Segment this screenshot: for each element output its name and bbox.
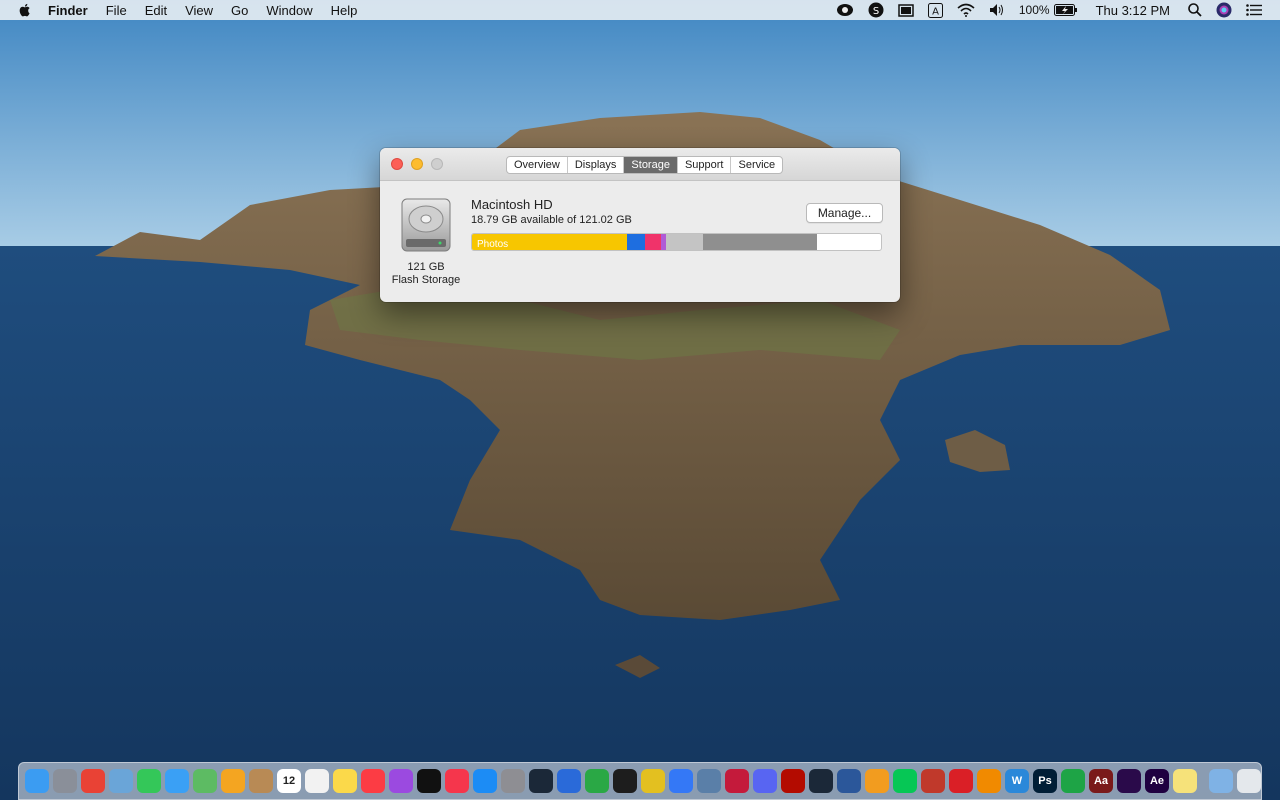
vlc-icon[interactable]: [977, 769, 1001, 793]
menu-clock[interactable]: Thu 3:12 PM: [1096, 3, 1170, 18]
storage-segment[interactable]: [703, 234, 817, 250]
trash-icon[interactable]: [1237, 769, 1261, 793]
game-icon[interactable]: [613, 769, 637, 793]
tab-overview[interactable]: Overview: [507, 157, 568, 173]
battery-charging-icon[interactable]: [1053, 4, 1078, 16]
launchpad-icon[interactable]: [53, 769, 77, 793]
menu-bar: Finder File Edit View Go Window Help S A…: [0, 0, 1280, 20]
tab-displays[interactable]: Displays: [568, 157, 625, 173]
wunderlist-icon[interactable]: W: [1005, 769, 1029, 793]
contacts-icon[interactable]: [249, 769, 273, 793]
segmented-tab-control: Overview Displays Storage Support Servic…: [506, 156, 784, 174]
photoshop-icon[interactable]: Ps: [1033, 769, 1057, 793]
input-source-icon[interactable]: A: [927, 2, 943, 18]
utility-icon[interactable]: [921, 769, 945, 793]
wifi-icon[interactable]: [957, 3, 975, 17]
tab-support[interactable]: Support: [678, 157, 732, 173]
dictionary-icon[interactable]: Aa: [1089, 769, 1113, 793]
image-capture-icon[interactable]: [697, 769, 721, 793]
display-status-icon[interactable]: [898, 3, 914, 17]
desktop-wallpaper: [0, 0, 1280, 800]
photoshop-icon-label: Ps: [1038, 775, 1052, 787]
storage-segment[interactable]: [645, 234, 661, 250]
tv-icon[interactable]: [417, 769, 441, 793]
window-titlebar[interactable]: Overview Displays Storage Support Servic…: [380, 148, 900, 181]
steam-2-icon[interactable]: [809, 769, 833, 793]
pages-icon[interactable]: [865, 769, 889, 793]
line-icon[interactable]: [893, 769, 917, 793]
notes-icon[interactable]: [333, 769, 357, 793]
money-icon[interactable]: [585, 769, 609, 793]
dock: 12 W Ps Aa Ae: [18, 762, 1262, 800]
volume-icon[interactable]: [989, 3, 1005, 17]
close-button[interactable]: [391, 158, 403, 170]
facetime-icon[interactable]: [137, 769, 161, 793]
word-icon[interactable]: [837, 769, 861, 793]
disk-capacity: 121 GB: [407, 261, 445, 273]
menu-app-name[interactable]: Finder: [48, 3, 88, 18]
creative-cloud-status-icon[interactable]: [836, 3, 854, 17]
photos-icon[interactable]: [221, 769, 245, 793]
creative-cloud-icon[interactable]: [949, 769, 973, 793]
after-effects-icon[interactable]: Ae: [1145, 769, 1169, 793]
storage-segment[interactable]: Photos: [472, 234, 627, 250]
menu-view[interactable]: View: [185, 3, 213, 18]
menu-window[interactable]: Window: [266, 3, 312, 18]
app-store-icon[interactable]: [473, 769, 497, 793]
zoom-button: [431, 158, 443, 170]
svg-text:A: A: [932, 6, 939, 17]
calendar-icon[interactable]: 12: [277, 769, 301, 793]
disk-type: Flash Storage: [391, 274, 461, 286]
storage-segment-label: Photos: [477, 239, 509, 250]
finder-icon[interactable]: [25, 769, 49, 793]
tab-storage[interactable]: Storage: [624, 157, 678, 173]
manage-button[interactable]: Manage...: [806, 203, 883, 223]
about-this-mac-window: Overview Displays Storage Support Servic…: [380, 148, 900, 302]
apple-icon[interactable]: [17, 2, 33, 18]
menu-help[interactable]: Help: [331, 3, 358, 18]
chrome-icon[interactable]: [81, 769, 105, 793]
maps-icon[interactable]: [193, 769, 217, 793]
dictionary-icon-label: Aa: [1093, 775, 1109, 787]
scrabble-icon[interactable]: [641, 769, 665, 793]
hard-disk-icon: [401, 198, 451, 252]
podcasts-icon[interactable]: [389, 769, 413, 793]
keynote-icon[interactable]: [669, 769, 693, 793]
status-s-icon[interactable]: S: [868, 2, 884, 18]
after-effects-icon-label: Ae: [1149, 775, 1165, 787]
downloads-folder-icon[interactable]: [1209, 769, 1233, 793]
discord-icon[interactable]: [753, 769, 777, 793]
system-preferences-icon[interactable]: [501, 769, 525, 793]
storage-segment[interactable]: [627, 234, 645, 250]
disk-name: Macintosh HD: [471, 197, 553, 212]
minimize-button[interactable]: [411, 158, 423, 170]
mendeley-icon[interactable]: [725, 769, 749, 793]
messages-icon[interactable]: [165, 769, 189, 793]
battery-percent: 100%: [1018, 3, 1050, 17]
siri-icon[interactable]: [1216, 2, 1232, 18]
preview-icon[interactable]: [109, 769, 133, 793]
storage-segment[interactable]: [666, 234, 703, 250]
wunderlist-icon-label: W: [1011, 775, 1023, 787]
notification-center-icon[interactable]: [1246, 4, 1262, 16]
premiere-icon[interactable]: [1117, 769, 1141, 793]
svg-text:S: S: [873, 6, 879, 17]
storage-pane: 121 GB Flash Storage Macintosh HD 18.79 …: [380, 181, 900, 302]
music-icon[interactable]: [361, 769, 385, 793]
stickies-icon[interactable]: [1173, 769, 1197, 793]
news-icon[interactable]: [445, 769, 469, 793]
storage-usage-bar: Photos: [471, 233, 882, 251]
menu-edit[interactable]: Edit: [145, 3, 167, 18]
steam-icon[interactable]: [529, 769, 553, 793]
calendar-icon-label: 12: [282, 775, 296, 787]
numbers-icon[interactable]: [1061, 769, 1085, 793]
reminders-icon[interactable]: [305, 769, 329, 793]
disk-available-space: 18.79 GB available of 121.02 GB: [471, 214, 632, 226]
spotlight-search-icon[interactable]: [1188, 3, 1202, 17]
menu-go[interactable]: Go: [231, 3, 248, 18]
screens-icon[interactable]: [557, 769, 581, 793]
tab-service[interactable]: Service: [731, 157, 782, 173]
acrobat-icon[interactable]: [781, 769, 805, 793]
menu-file[interactable]: File: [106, 3, 127, 18]
